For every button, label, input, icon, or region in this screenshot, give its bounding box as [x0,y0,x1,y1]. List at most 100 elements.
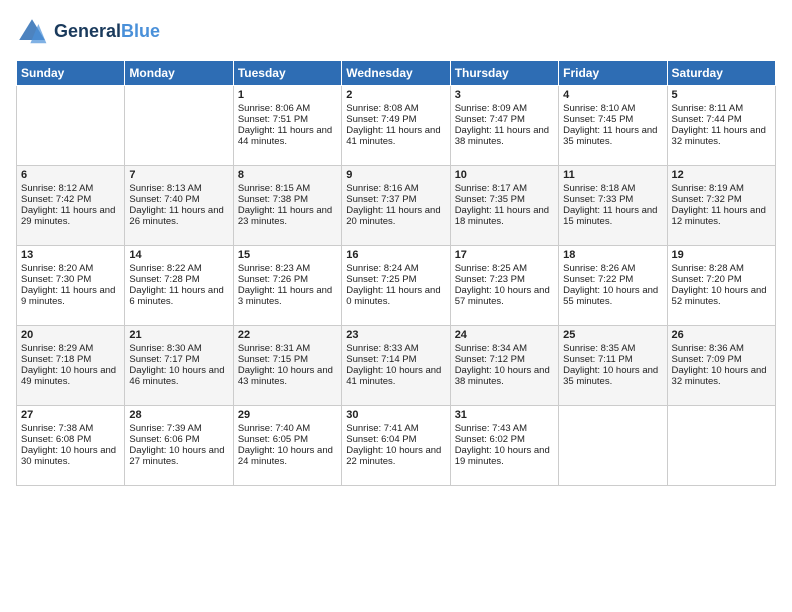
calendar-cell: 11Sunrise: 8:18 AMSunset: 7:33 PMDayligh… [559,166,667,246]
day-info: Sunrise: 8:30 AM [129,343,228,354]
day-number: 20 [21,329,120,341]
day-info: Sunrise: 8:31 AM [238,343,337,354]
calendar-cell: 26Sunrise: 8:36 AMSunset: 7:09 PMDayligh… [667,326,775,406]
day-info: Sunset: 7:17 PM [129,354,228,365]
calendar-cell: 31Sunrise: 7:43 AMSunset: 6:02 PMDayligh… [450,406,558,486]
day-info: Daylight: 10 hours and 35 minutes. [563,365,662,387]
day-header-saturday: Saturday [667,61,775,86]
day-info: Daylight: 10 hours and 52 minutes. [672,285,771,307]
calendar-cell: 24Sunrise: 8:34 AMSunset: 7:12 PMDayligh… [450,326,558,406]
calendar-cell: 20Sunrise: 8:29 AMSunset: 7:18 PMDayligh… [17,326,125,406]
day-info: Sunrise: 8:34 AM [455,343,554,354]
day-number: 1 [238,89,337,101]
day-info: Daylight: 11 hours and 6 minutes. [129,285,228,307]
day-info: Sunset: 7:37 PM [346,194,445,205]
day-info: Daylight: 11 hours and 9 minutes. [21,285,120,307]
day-info: Sunrise: 8:24 AM [346,263,445,274]
calendar-cell: 22Sunrise: 8:31 AMSunset: 7:15 PMDayligh… [233,326,341,406]
day-info: Daylight: 10 hours and 27 minutes. [129,445,228,467]
day-info: Sunset: 7:14 PM [346,354,445,365]
day-info: Sunrise: 7:39 AM [129,423,228,434]
day-info: Sunrise: 8:33 AM [346,343,445,354]
day-number: 12 [672,169,771,181]
day-number: 24 [455,329,554,341]
calendar-cell: 19Sunrise: 8:28 AMSunset: 7:20 PMDayligh… [667,246,775,326]
day-info: Sunrise: 8:20 AM [21,263,120,274]
day-info: Sunrise: 8:16 AM [346,183,445,194]
day-header-sunday: Sunday [17,61,125,86]
calendar-cell [559,406,667,486]
day-number: 22 [238,329,337,341]
day-info: Sunrise: 8:10 AM [563,103,662,114]
day-info: Sunrise: 7:40 AM [238,423,337,434]
day-number: 14 [129,249,228,261]
day-info: Sunrise: 8:11 AM [672,103,771,114]
day-info: Daylight: 10 hours and 46 minutes. [129,365,228,387]
day-header-monday: Monday [125,61,233,86]
day-info: Sunrise: 8:17 AM [455,183,554,194]
day-info: Daylight: 10 hours and 57 minutes. [455,285,554,307]
day-info: Daylight: 11 hours and 12 minutes. [672,205,771,227]
day-header-tuesday: Tuesday [233,61,341,86]
day-number: 2 [346,89,445,101]
day-info: Daylight: 11 hours and 18 minutes. [455,205,554,227]
calendar-cell: 5Sunrise: 8:11 AMSunset: 7:44 PMDaylight… [667,86,775,166]
day-info: Daylight: 10 hours and 55 minutes. [563,285,662,307]
day-info: Daylight: 11 hours and 26 minutes. [129,205,228,227]
day-info: Sunrise: 7:41 AM [346,423,445,434]
day-info: Daylight: 11 hours and 29 minutes. [21,205,120,227]
calendar-cell: 30 Sunrise: 7:41 AMSunset: 6:04 PMDayligh… [342,406,450,486]
day-info: Sunrise: 8:12 AM [21,183,120,194]
day-info: Daylight: 11 hours and 38 minutes. [455,125,554,147]
day-info: Sunrise: 8:18 AM [563,183,662,194]
day-info: Sunset: 7:28 PM [129,274,228,285]
day-info: Sunset: 6:04 PM [346,434,445,445]
day-number: 28 [129,409,228,421]
day-info: Daylight: 11 hours and 0 minutes. [346,285,445,307]
day-number: 30 [346,409,445,421]
day-header-thursday: Thursday [450,61,558,86]
calendar-cell: 2Sunrise: 8:08 AMSunset: 7:49 PMDaylight… [342,86,450,166]
day-info: Sunset: 7:45 PM [563,114,662,125]
day-number: 26 [672,329,771,341]
day-info: Sunset: 7:44 PM [672,114,771,125]
day-info: Sunrise: 8:29 AM [21,343,120,354]
day-info: Sunrise: 8:09 AM [455,103,554,114]
calendar-table: SundayMondayTuesdayWednesdayThursdayFrid… [16,60,776,486]
calendar-cell: 16Sunrise: 8:24 AMSunset: 7:25 PMDayligh… [342,246,450,326]
day-info: Sunset: 7:40 PM [129,194,228,205]
day-info: Daylight: 11 hours and 44 minutes. [238,125,337,147]
calendar-cell: 4Sunrise: 8:10 AMSunset: 7:45 PMDaylight… [559,86,667,166]
day-info: Sunset: 7:22 PM [563,274,662,285]
calendar-cell: 14Sunrise: 8:22 AMSunset: 7:28 PMDayligh… [125,246,233,326]
calendar-cell: 3Sunrise: 8:09 AMSunset: 7:47 PMDaylight… [450,86,558,166]
day-info: Daylight: 11 hours and 23 minutes. [238,205,337,227]
calendar-cell: 27Sunrise: 7:38 AMSunset: 6:08 PMDayligh… [17,406,125,486]
calendar-cell: 1Sunrise: 8:06 AMSunset: 7:51 PMDaylight… [233,86,341,166]
day-info: Sunrise: 8:26 AM [563,263,662,274]
week-row-4: 20Sunrise: 8:29 AMSunset: 7:18 PMDayligh… [17,326,776,406]
day-info: Daylight: 10 hours and 49 minutes. [21,365,120,387]
day-info: Daylight: 10 hours and 19 minutes. [455,445,554,467]
day-info: Sunset: 7:30 PM [21,274,120,285]
day-info: Sunrise: 7:43 AM [455,423,554,434]
calendar-cell [17,86,125,166]
day-info: Sunset: 7:26 PM [238,274,337,285]
day-info: Sunrise: 8:13 AM [129,183,228,194]
day-info: Sunset: 6:02 PM [455,434,554,445]
day-info: Daylight: 10 hours and 38 minutes. [455,365,554,387]
day-number: 6 [21,169,120,181]
day-info: Daylight: 10 hours and 43 minutes. [238,365,337,387]
day-info: Sunset: 7:20 PM [672,274,771,285]
day-info: Sunset: 7:23 PM [455,274,554,285]
calendar-cell: 13Sunrise: 8:20 AMSunset: 7:30 PMDayligh… [17,246,125,326]
week-row-3: 13Sunrise: 8:20 AMSunset: 7:30 PMDayligh… [17,246,776,326]
logo: GeneralBlue [16,16,160,48]
day-info: Daylight: 10 hours and 30 minutes. [21,445,120,467]
day-info: Sunset: 6:08 PM [21,434,120,445]
day-info: Sunset: 7:49 PM [346,114,445,125]
day-info: Daylight: 10 hours and 22 minutes. [346,445,445,467]
calendar-cell [125,86,233,166]
day-number: 19 [672,249,771,261]
day-info: Daylight: 11 hours and 3 minutes. [238,285,337,307]
